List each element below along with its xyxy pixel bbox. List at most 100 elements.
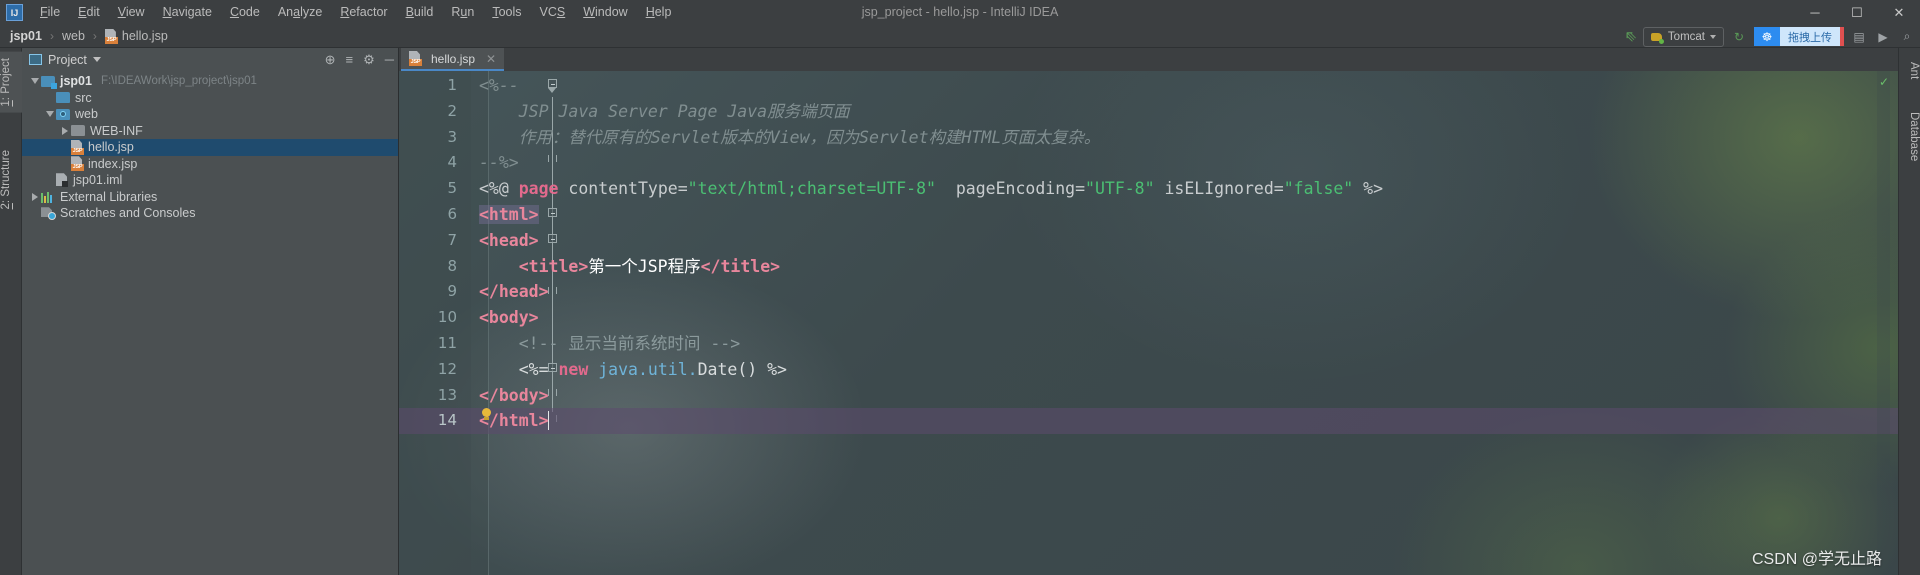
code-pane[interactable]: 1 <%-- 2 JSP Java Server Page Java服务端页面 3 作… [399, 71, 1920, 575]
code-token: <title> [518, 256, 589, 276]
tree-item-scratches-and-consoles[interactable]: Scratches and Consoles [22, 205, 398, 222]
project-panel-toolbar: ⊕ ≡ ⚙ ─ [325, 48, 394, 71]
menu-bar: File Edit View Navigate Code Analyze Refactor B… [31, 0, 680, 25]
code-token: </body> [479, 385, 549, 405]
line-number: 5 [447, 179, 457, 198]
search-icon[interactable]: ⌕ [1898, 28, 1916, 46]
tree-item-external-libraries[interactable]: External Libraries [22, 189, 398, 206]
jsp-file-icon: JSP [71, 156, 84, 172]
tree-item-src[interactable]: src [22, 90, 398, 107]
chevron-down-icon [1710, 34, 1716, 39]
line-number: 7 [447, 230, 457, 249]
line-number: 11 [437, 334, 457, 352]
close-icon[interactable]: ✕ [1878, 0, 1920, 25]
intention-bulb-icon[interactable] [481, 408, 492, 421]
menu-item-vcs[interactable]: VCS [531, 0, 575, 25]
code-token: JSP Java Server Page Java服务端页面 [479, 101, 850, 121]
breadcrumb-label: web [61, 29, 85, 43]
run-icon[interactable]: ▶ [1874, 28, 1892, 46]
menu-item-run[interactable]: Run [442, 0, 483, 25]
menu-item-help[interactable]: Help [637, 0, 681, 25]
inspection-marker-bar[interactable]: ✓ [1877, 71, 1890, 575]
code-text: </head> [479, 279, 549, 305]
chevron-down-icon[interactable] [43, 111, 56, 118]
chevron-right-icon[interactable] [58, 126, 71, 135]
menu-item-file[interactable]: File [31, 0, 69, 25]
locate-icon[interactable]: ⊕ [325, 53, 336, 66]
run-configuration-label: Tomcat [1667, 30, 1705, 43]
maximize-icon[interactable]: ☐ [1836, 0, 1878, 25]
folder-icon [71, 125, 85, 137]
menu-item-build[interactable]: Build [397, 0, 443, 25]
menu-item-refactor[interactable]: Refactor [331, 0, 396, 25]
close-icon[interactable]: ✕ [486, 52, 496, 66]
menu-item-navigate[interactable]: Navigate [154, 0, 221, 25]
chevron-right-icon[interactable] [28, 192, 41, 201]
menu-item-edit[interactable]: Edit [69, 0, 109, 25]
code-text: --%> [479, 150, 519, 176]
jsp-file-icon: JSP [71, 139, 84, 155]
collapse-all-icon[interactable]: ≡ [346, 53, 354, 66]
code-text: </body> [479, 383, 549, 409]
menu-item-analyze[interactable]: Analyze [269, 0, 331, 25]
breadcrumb-item-hello-jsp[interactable]: JSP hello.jsp [103, 28, 170, 44]
baidu-netdisk-upload[interactable]: ☸ 拖拽上传 [1754, 27, 1844, 46]
tree-item-jsp01[interactable]: jsp01 F:\IDEAWork\jsp_project\jsp01 [22, 73, 398, 90]
right-tool-window-stripe: Ant Database [1898, 48, 1920, 575]
breadcrumb-separator: › [92, 29, 97, 43]
jsp-file-icon: JSP [409, 51, 422, 66]
sidebar-item-database[interactable]: Database [1898, 106, 1920, 167]
minimize-icon[interactable]: ─ [1794, 0, 1836, 25]
tab-hello-jsp[interactable]: JSP hello.jsp ✕ [401, 48, 505, 71]
code-token: 作用：替代原有的Servlet版本的View，因为Servlet构建HTML页面… [479, 127, 1101, 147]
chevron-down-icon[interactable] [28, 78, 41, 85]
sidebar-item-structure[interactable]: 2: Structure [0, 144, 22, 215]
tree-item-index-jsp[interactable]: JSP index.jsp [22, 156, 398, 173]
code-token: "false" [1283, 179, 1354, 199]
tree-item-web[interactable]: web [22, 106, 398, 123]
tree-item-hello-jsp[interactable]: JSP hello.jsp [22, 139, 398, 156]
code-token: %> [1353, 179, 1384, 199]
code-text: <!-- 显示当前系统时间 --> [479, 331, 740, 357]
hide-panel-icon[interactable]: ─ [385, 53, 394, 66]
line-number: 6 [447, 205, 457, 223]
baidu-accent-bar [1840, 27, 1844, 46]
tree-item-label: web [75, 107, 98, 122]
tree-item-jsp01-iml[interactable]: jsp01.iml [22, 172, 398, 189]
menu-item-tools[interactable]: Tools [483, 0, 530, 25]
tree-item-label: index.jsp [88, 156, 138, 171]
chevron-down-icon[interactable] [92, 57, 101, 62]
tree-item-path: F:\IDEAWork\jsp_project\jsp01 [100, 75, 257, 88]
project-tree: jsp01 F:\IDEAWork\jsp_project\jsp01src web… [22, 71, 398, 222]
tree-item-label: src [75, 90, 92, 105]
breadcrumb-item-web[interactable]: web [60, 29, 87, 43]
menu-item-code[interactable]: Code [221, 0, 269, 25]
jsp-file-icon: JSP [104, 28, 118, 44]
line-number: 8 [447, 256, 457, 275]
code-token: <html> [479, 205, 539, 224]
project-structure-icon[interactable]: ▤ [1850, 28, 1868, 46]
code-token: new [558, 359, 589, 379]
sidebar-item-project[interactable]: 1: Project [0, 52, 22, 113]
settings-gear-icon[interactable]: ⚙ [363, 53, 375, 66]
editor-area: JSP hello.jsp ✕ 1 <%-- 2 JSP Java Server… [399, 48, 1920, 575]
breadcrumb-item-jsp01[interactable]: jsp01 [8, 29, 44, 43]
code-text: 作用：替代原有的Servlet版本的View，因为Servlet构建HTML页面… [479, 125, 1101, 151]
watermark: CSDN @学无止路 [1751, 551, 1882, 568]
sidebar-item-ant[interactable]: Ant [1898, 56, 1920, 85]
code-text: <%@ page contentType="text/html;charset=… [479, 176, 1383, 202]
editor-tab-label: hello.jsp [431, 51, 476, 66]
intellij-idea-window: FileEditViewNavigateCodeAnalyzeRefactorB… [0, 0, 1920, 575]
code-token: "UTF-8" [1085, 179, 1155, 199]
menu-item-view[interactable]: View [109, 0, 154, 25]
code-line-4: 4 --%> [399, 150, 1920, 176]
tree-item-web-inf[interactable]: WEB-INF [22, 123, 398, 140]
refresh-icon[interactable]: ↻ [1730, 28, 1748, 46]
tree-item-label: jsp01 [60, 74, 92, 89]
code-text: <body> [479, 305, 539, 331]
inspection-ok-icon: ✓ [1878, 75, 1889, 89]
run-configuration-selector[interactable]: Tomcat [1642, 26, 1724, 47]
menu-item-window[interactable]: Window [574, 0, 636, 25]
